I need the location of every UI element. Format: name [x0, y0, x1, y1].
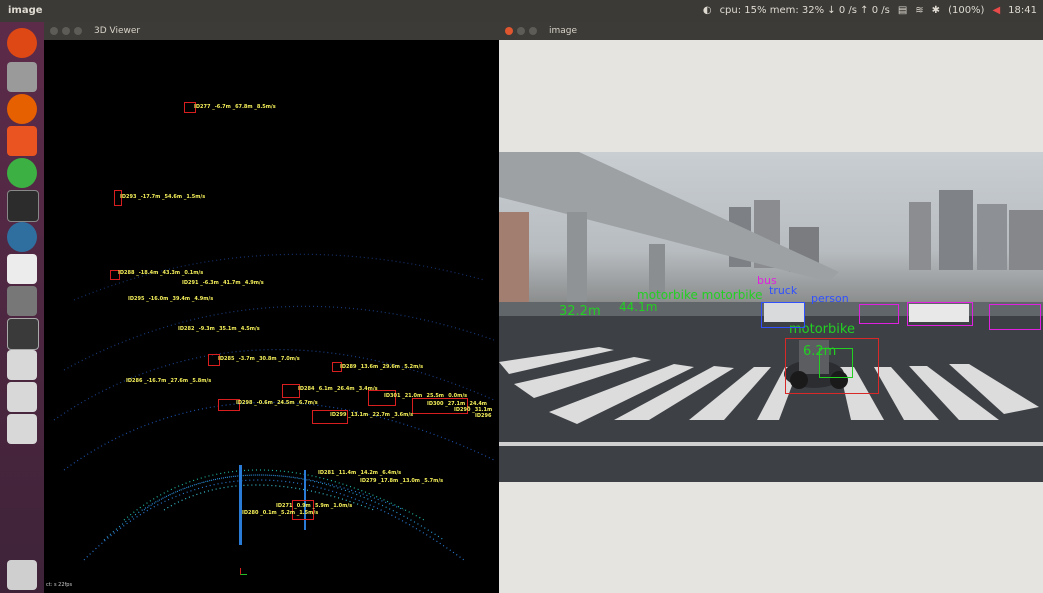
titlebar: image: [499, 22, 1043, 40]
minimize-icon[interactable]: [62, 27, 70, 35]
object-label: ID298 _-0.6m _24.5m _6.7m/s: [236, 400, 318, 406]
object-label: ID281 _11.4m _14.2m _6.4m/s: [318, 470, 402, 476]
text-editor-icon[interactable]: [7, 254, 37, 284]
fps-status: ct: s 22fps: [46, 582, 73, 588]
object-label: ID282 _-9.3m _35.1m _4.5m/s: [178, 326, 260, 332]
object-label: ID295 _-16.0m _39.4m _4.9m/s: [128, 296, 214, 302]
detection-label: person: [811, 292, 849, 305]
distance-label: 44.1m: [619, 300, 658, 314]
object-label: ID284 _6.1m _26.4m _3.4m/s: [298, 386, 378, 392]
indicator-icon[interactable]: ◐: [703, 5, 712, 16]
object-label: ID279 _17.8m _13.0m _5.7m/s: [360, 478, 444, 484]
object-label: ID293 _-17.7m _54.6m _1.5m/s: [120, 194, 206, 200]
files-icon[interactable]: [7, 62, 37, 92]
refresh-app-icon[interactable]: [7, 158, 37, 188]
object-label: ID280 _0.1m _5.2m _1.5m/s: [242, 510, 319, 516]
drive-icon[interactable]: [7, 414, 37, 444]
detection-box: [859, 304, 899, 324]
titlebar: 3D Viewer: [44, 22, 499, 40]
firefox-icon[interactable]: [7, 94, 37, 124]
image-canvas: motorbike 6.2m 32.2m 44.1m motorbike mot…: [499, 40, 1043, 593]
detection-label: motorbike motorbike: [637, 288, 763, 302]
close-icon[interactable]: [505, 27, 513, 35]
dash-home-icon[interactable]: [7, 28, 37, 58]
wifi-icon[interactable]: ≋: [915, 5, 923, 16]
axis-origin: [240, 568, 247, 575]
trash-icon[interactable]: [7, 560, 37, 590]
detection-box: [907, 302, 973, 326]
object-label: ID285 _-3.7m _30.8m _7.0m/s: [218, 356, 300, 362]
object-label: ID291 _-6.3m _41.7m _4.9m/s: [182, 280, 264, 286]
object-label: ID288 _-18.4m _43.3m _0.1m/s: [118, 270, 204, 276]
maximize-icon[interactable]: [74, 27, 82, 35]
object-label: ID286 _-16.7m _27.6m _5.8m/s: [126, 378, 212, 384]
object-label: ID289 _13.6m _29.6m _5.2m/s: [340, 364, 424, 370]
detection-box: [761, 302, 805, 328]
bluetooth-icon[interactable]: ✱: [932, 5, 940, 16]
top-panel: image ◐ cpu: 15% mem: 32% ↓ 0 /s ↑ 0 /s …: [0, 0, 1043, 22]
object-label: ID271 _0.9m _5.9m _1.0m/s: [276, 503, 353, 509]
3d-viewer-window: 3D Viewer ID277 _-6.7m _67.8m _8.5m/s ID…: [44, 22, 499, 593]
camera-image: motorbike 6.2m 32.2m 44.1m motorbike mot…: [499, 152, 1043, 482]
launcher: [0, 22, 44, 593]
system-tray: ◐ cpu: 15% mem: 32% ↓ 0 /s ↑ 0 /s ▤ ≋ ✱ …: [703, 5, 1037, 16]
detection-label: truck: [769, 284, 798, 297]
close-icon[interactable]: [50, 27, 58, 35]
clock[interactable]: 18:41: [1008, 5, 1037, 16]
point-cloud-canvas[interactable]: ID277 _-6.7m _67.8m _8.5m/s ID293 _-17.7…: [44, 40, 499, 593]
object-label: ID299 _13.1m _22.7m _3.6m/s: [330, 412, 414, 418]
drive-icon[interactable]: [7, 382, 37, 412]
drive-icon[interactable]: [7, 350, 37, 380]
battery-indicator[interactable]: (100%): [948, 5, 984, 16]
volume-icon[interactable]: ◀: [992, 5, 1000, 16]
object-label: ID277 _-6.7m _67.8m _8.5m/s: [194, 104, 276, 110]
maximize-icon[interactable]: [529, 27, 537, 35]
detection-box: [989, 304, 1041, 330]
window-title: 3D Viewer: [94, 26, 141, 36]
window-title: image: [549, 26, 578, 36]
window-icon[interactable]: [7, 318, 39, 350]
software-center-icon[interactable]: [7, 126, 37, 156]
help-icon[interactable]: [7, 286, 37, 316]
distance-label: 6.2m: [803, 344, 837, 359]
network-icon[interactable]: ▤: [898, 5, 907, 16]
active-app-name: image: [8, 5, 43, 16]
distance-label: 32.2m: [559, 304, 601, 319]
terminal-icon[interactable]: [7, 190, 39, 222]
system-monitor[interactable]: cpu: 15% mem: 32% ↓ 0 /s ↑ 0 /s: [720, 5, 890, 16]
image-window: image motorbike 6.2m 32.2m 44.1m motorbi…: [499, 22, 1043, 593]
globe-icon[interactable]: [7, 222, 37, 252]
object-label: ID296: [475, 413, 492, 419]
minimize-icon[interactable]: [517, 27, 525, 35]
